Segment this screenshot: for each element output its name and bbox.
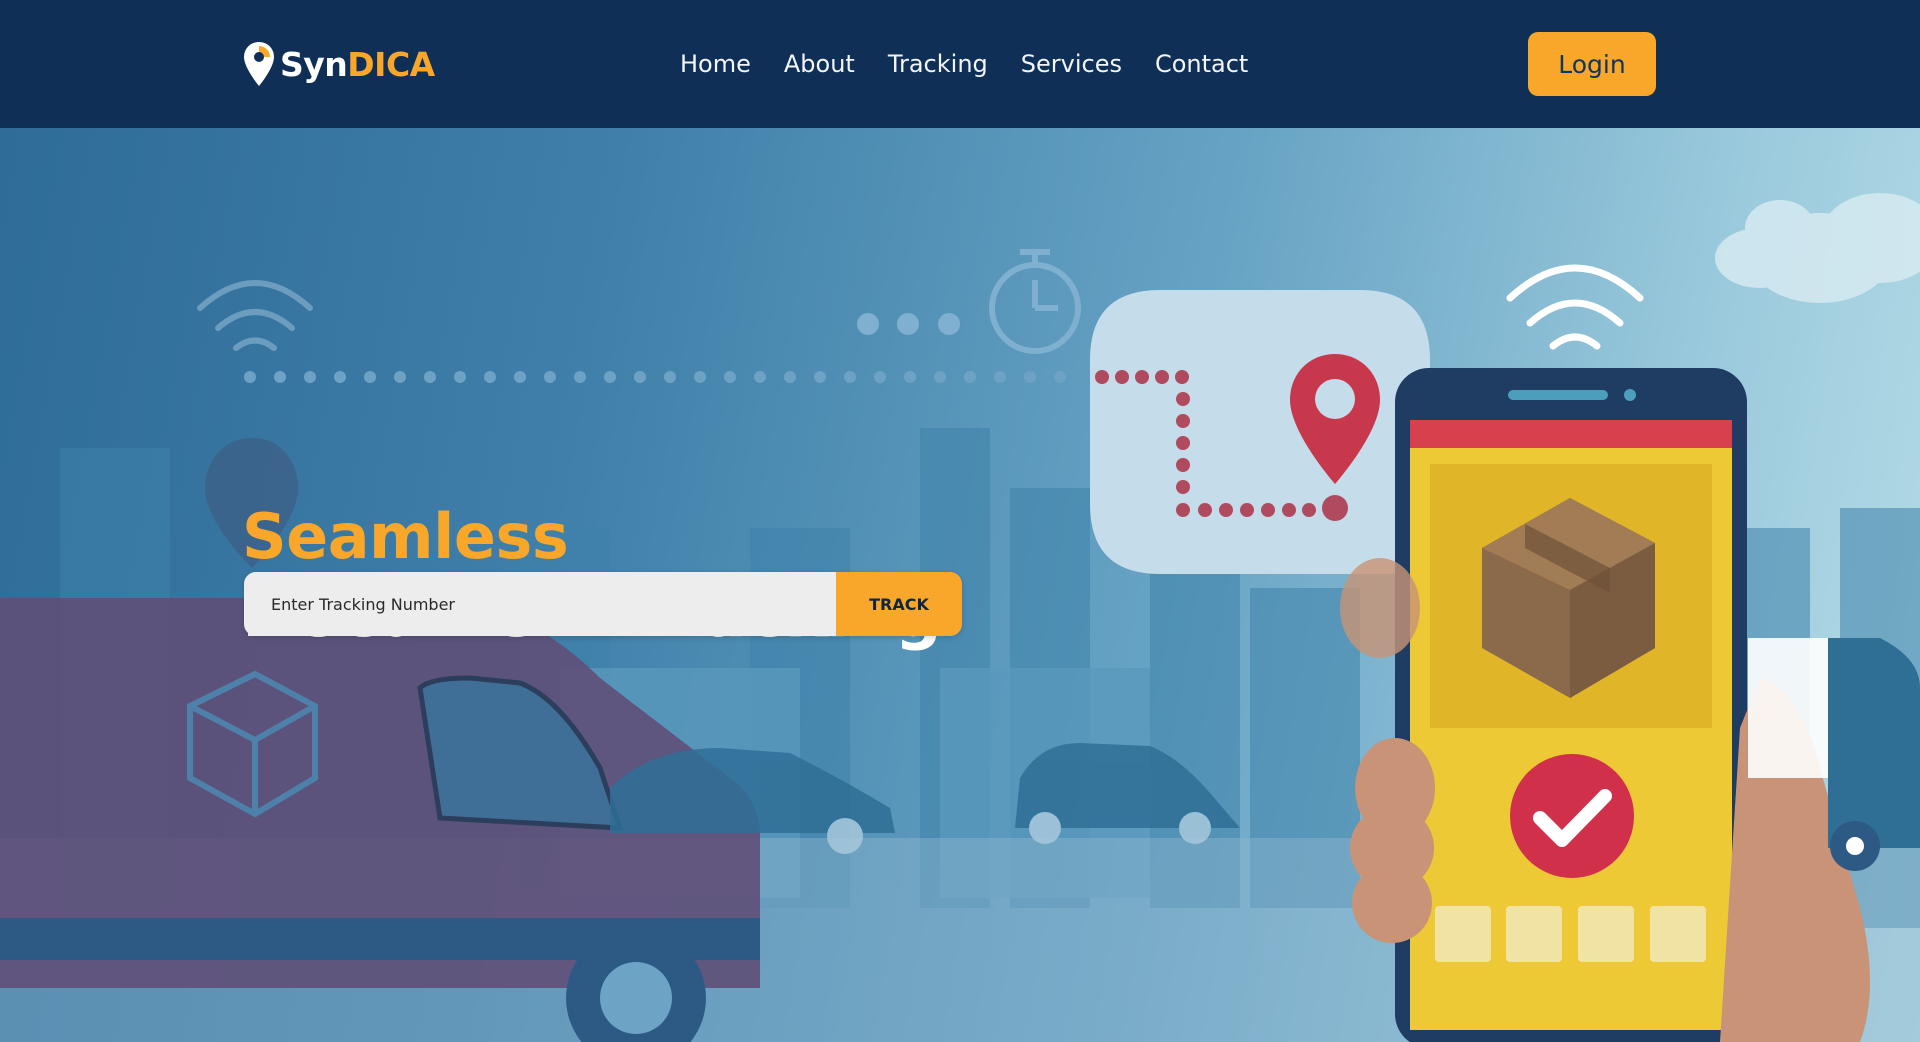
nav-home[interactable]: Home [680, 50, 751, 78]
location-pin-logo-icon [244, 42, 274, 86]
nav-services[interactable]: Services [1021, 50, 1122, 78]
track-button[interactable]: TRACK [836, 572, 962, 636]
checkmark-circle [1510, 754, 1634, 878]
hero-section: Seamless Document Tracking TRACK [0, 128, 1920, 1042]
nav-about[interactable]: About [784, 50, 855, 78]
top-navbar: SynDICA Home About Tracking Services Con… [0, 0, 1920, 128]
headline-line-1: Seamless [242, 500, 569, 573]
smartphone-illustration [1395, 368, 1747, 1042]
nav-contact[interactable]: Contact [1155, 50, 1248, 78]
tracking-search-bar: TRACK [244, 572, 962, 636]
dots-icon [857, 313, 960, 335]
clouds [1715, 193, 1920, 303]
nav-tracking[interactable]: Tracking [888, 50, 988, 78]
wifi-signal-icon [1506, 264, 1644, 350]
tracking-number-input[interactable] [244, 572, 836, 636]
brand-name: SynDICA [280, 44, 435, 84]
dotted-route-line [244, 371, 1066, 383]
login-button[interactable]: Login [1528, 32, 1656, 96]
stopwatch-icon [989, 249, 1081, 354]
main-nav: Home About Tracking Services Contact [680, 0, 1281, 128]
wifi-signal-icon [197, 280, 313, 351]
brand-logo[interactable]: SynDICA [242, 40, 435, 88]
